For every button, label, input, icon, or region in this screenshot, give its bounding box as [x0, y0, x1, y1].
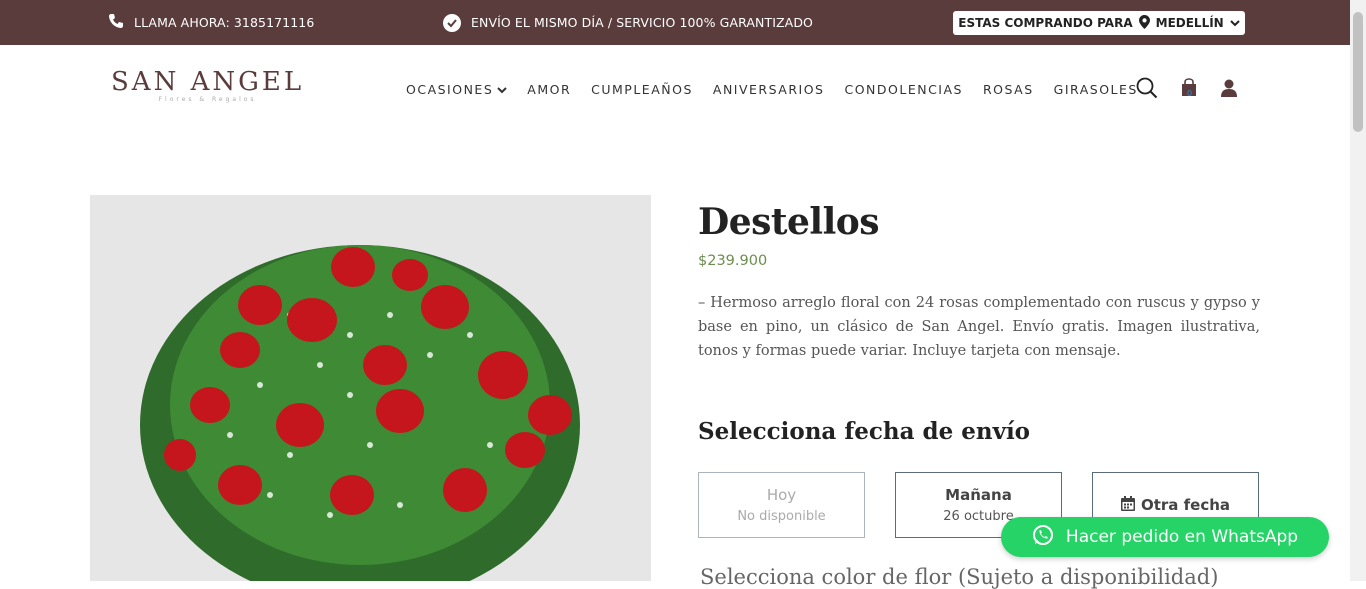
- top-announcement-bar: LLAMA AHORA: 3185171116 ENVÍO EL MISMO D…: [0, 0, 1350, 45]
- chevron-down-icon: [1230, 16, 1240, 30]
- nav-label: OCASIONES: [406, 82, 494, 97]
- site-logo[interactable]: SAN ANGEL Flores & Regalos: [111, 67, 304, 103]
- city-name: MEDELLÍN: [1155, 16, 1224, 30]
- site-header: SAN ANGEL Flores & Regalos OCASIONES AMO…: [0, 45, 1350, 135]
- product-title: Destellos: [698, 201, 880, 243]
- logo-tagline: Flores & Regalos: [158, 96, 257, 103]
- date-option-sub: No disponible: [737, 509, 826, 524]
- user-icon[interactable]: [1220, 79, 1238, 102]
- product-image[interactable]: [90, 195, 651, 581]
- page-scrollbar[interactable]: [1350, 0, 1366, 581]
- nav-item-girasoles[interactable]: GIRASOLES: [1054, 82, 1138, 97]
- chevron-down-icon: [497, 82, 507, 97]
- date-option-today[interactable]: Hoy No disponible: [698, 472, 865, 538]
- check-circle-icon: [443, 13, 461, 32]
- cart-count-badge: 0: [1187, 89, 1193, 98]
- date-option-label: Mañana: [945, 486, 1012, 504]
- calendar-icon: [1120, 495, 1135, 515]
- flower-color-heading: Selecciona color de flor (Sujeto a dispo…: [700, 565, 1219, 589]
- city-selector-button[interactable]: ESTAS COMPRANDO PARA MEDELLÍN: [953, 11, 1245, 35]
- product-info: Destellos $239.900 – Hermoso arreglo flo…: [698, 195, 1260, 363]
- main-nav: OCASIONES AMOR CUMPLEAÑOS ANIVERSARIOS C…: [406, 82, 1138, 97]
- nav-item-aniversarios[interactable]: ANIVERSARIOS: [713, 82, 825, 97]
- guarantee-notice: ENVÍO EL MISMO DÍA / SERVICIO 100% GARAN…: [443, 0, 813, 45]
- date-option-sub: 26 octubre: [943, 509, 1014, 524]
- product-price: $239.900: [698, 253, 768, 269]
- nav-item-amor[interactable]: AMOR: [527, 82, 571, 97]
- nav-item-condolencias[interactable]: CONDOLENCIAS: [844, 82, 963, 97]
- search-icon[interactable]: [1136, 77, 1158, 104]
- call-now[interactable]: LLAMA AHORA: 3185171116: [108, 0, 314, 45]
- phone-icon: [108, 13, 124, 32]
- whatsapp-order-button[interactable]: Hacer pedido en WhatsApp: [1001, 517, 1329, 557]
- header-icons: 0: [1136, 77, 1238, 104]
- date-option-label: Hoy: [766, 486, 797, 504]
- nav-item-rosas[interactable]: ROSAS: [983, 82, 1034, 97]
- call-text: LLAMA AHORA: 3185171116: [134, 15, 315, 30]
- date-option-label: Otra fecha: [1140, 496, 1231, 514]
- cart-icon[interactable]: 0: [1180, 78, 1198, 103]
- delivery-date-heading: Selecciona fecha de envío: [698, 418, 1031, 445]
- flower-arrangement-image: [90, 195, 651, 581]
- nav-item-ocasiones[interactable]: OCASIONES: [406, 82, 507, 97]
- logo-brand: SAN ANGEL: [111, 67, 305, 97]
- whatsapp-icon: [1032, 524, 1054, 551]
- nav-item-cumpleanos[interactable]: CUMPLEAÑOS: [591, 82, 693, 97]
- product-description: – Hermoso arreglo floral con 24 rosas co…: [698, 295, 1260, 359]
- whatsapp-label: Hacer pedido en WhatsApp: [1065, 527, 1299, 547]
- map-pin-icon: [1138, 14, 1150, 32]
- city-prefix: ESTAS COMPRANDO PARA: [958, 16, 1133, 30]
- guarantee-text: ENVÍO EL MISMO DÍA / SERVICIO 100% GARAN…: [471, 15, 813, 30]
- scrollbar-thumb[interactable]: [1353, 12, 1363, 132]
